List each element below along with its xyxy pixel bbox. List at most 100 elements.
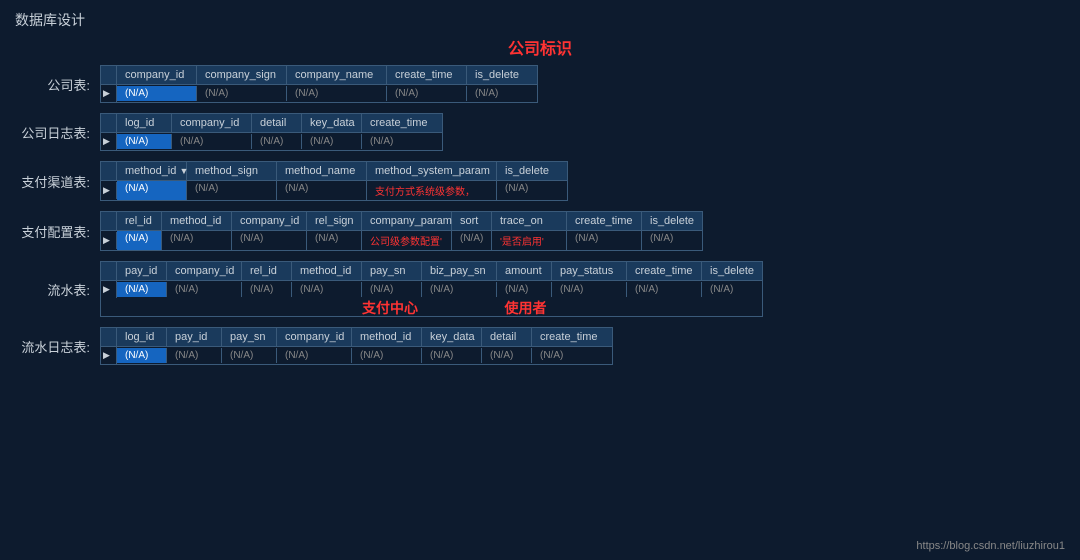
data-cell: (N/A): [362, 134, 442, 149]
column-header: method_sign: [187, 162, 277, 180]
data-cell: (N/A): [642, 231, 702, 250]
db-table: method_id ▼method_signmethod_namemethod_…: [100, 161, 568, 201]
column-header: create_time: [627, 262, 702, 280]
data-cell: (N/A): [482, 348, 532, 363]
db-table: company_idcompany_signcompany_namecreate…: [100, 65, 538, 103]
data-cell: (N/A): [497, 181, 567, 200]
row-arrow: ▶: [101, 347, 117, 364]
data-cell: (N/A): [277, 181, 367, 200]
data-cell: (N/A): [242, 282, 292, 297]
column-header: is_delete: [642, 212, 702, 230]
column-header: pay_id: [167, 328, 222, 346]
column-header: method_name: [277, 162, 367, 180]
db-table: rel_idmethod_idcompany_idrel_signcompany…: [100, 211, 703, 251]
data-cell: (N/A): [352, 348, 422, 363]
row-arrow: ▶: [101, 133, 117, 150]
data-cell: 支付方式系统级参数，: [367, 181, 497, 200]
data-cell: (N/A): [117, 134, 172, 149]
data-cell: (N/A): [552, 282, 627, 297]
data-cell: (N/A): [292, 282, 362, 297]
column-header: pay_sn: [362, 262, 422, 280]
data-cell: (N/A): [452, 231, 492, 250]
column-header: pay_status: [552, 262, 627, 280]
column-header: method_id: [292, 262, 362, 280]
footer-link: https://blog.csdn.net/liuzhirou1: [916, 540, 1065, 552]
column-header: create_time: [567, 212, 642, 230]
table-row-item: 公司日志表:log_idcompany_iddetailkey_datacrea…: [15, 113, 1065, 151]
data-cell: (N/A): [702, 282, 762, 297]
inline-label: 支付中心: [362, 298, 418, 318]
row-arrow: ▶: [101, 232, 117, 249]
column-header: key_data: [422, 328, 482, 346]
column-header: company_param: [362, 212, 452, 230]
data-cell: (N/A): [117, 348, 167, 363]
column-header: method_system_param: [367, 162, 497, 180]
data-cell: (N/A): [162, 231, 232, 250]
data-cell: (N/A): [252, 134, 302, 149]
column-header: company_sign: [197, 66, 287, 84]
column-header: create_time: [362, 114, 442, 132]
data-cell: (N/A): [422, 348, 482, 363]
data-cell: (N/A): [567, 231, 642, 250]
column-header: is_delete: [497, 162, 567, 180]
row-arrow: ▶: [101, 182, 117, 199]
table-row-item: 流水日志表:log_idpay_idpay_sncompany_idmethod…: [15, 327, 1065, 365]
column-header: amount: [497, 262, 552, 280]
table-row-item: 支付渠道表:method_id ▼method_signmethod_namem…: [15, 161, 1065, 201]
column-header: biz_pay_sn: [422, 262, 497, 280]
table-label: 公司日志表:: [15, 123, 100, 142]
row-arrow: ▶: [101, 85, 117, 102]
column-header: log_id: [117, 114, 172, 132]
data-cell: (N/A): [302, 134, 362, 149]
table-row-item: 流水表:pay_idcompany_idrel_idmethod_idpay_s…: [15, 261, 1065, 317]
table-label: 支付配置表:: [15, 222, 100, 241]
data-cell: (N/A): [117, 181, 187, 200]
column-header: create_time: [387, 66, 467, 84]
column-header: method_id ▼: [117, 162, 187, 180]
data-cell: (N/A): [222, 348, 277, 363]
data-cell: (N/A): [287, 86, 387, 101]
column-header: method_id: [352, 328, 422, 346]
data-cell: (N/A): [532, 348, 612, 363]
column-header: is_delete: [467, 66, 537, 84]
table-label: 支付渠道表:: [15, 172, 100, 191]
table-row-item: 支付配置表:rel_idmethod_idcompany_idrel_signc…: [15, 211, 1065, 251]
column-header: company_name: [287, 66, 387, 84]
column-header: method_id: [162, 212, 232, 230]
data-cell: (N/A): [117, 86, 197, 101]
column-header: pay_id: [117, 262, 167, 280]
column-header: key_data: [302, 114, 362, 132]
data-cell: (N/A): [497, 282, 552, 297]
column-header: pay_sn: [222, 328, 277, 346]
inline-label: 使用者: [505, 298, 547, 318]
column-header: company_id: [117, 66, 197, 84]
data-cell: (N/A): [172, 134, 252, 149]
table-label: 流水日志表:: [15, 337, 100, 356]
data-cell: (N/A): [167, 282, 242, 297]
page-title: 数据库设计: [0, 0, 1080, 35]
data-cell: (N/A): [422, 282, 497, 297]
column-header: is_delete: [702, 262, 762, 280]
column-header: rel_id: [242, 262, 292, 280]
table-row-item: 公司表:company_idcompany_signcompany_namecr…: [15, 65, 1065, 103]
data-cell: (N/A): [187, 181, 277, 200]
data-cell: (N/A): [197, 86, 287, 101]
data-cell: (N/A): [627, 282, 702, 297]
data-cell: (N/A): [117, 282, 167, 297]
center-label: 公司标识: [15, 35, 1065, 59]
table-label: 公司表:: [15, 75, 100, 94]
db-table: pay_idcompany_idrel_idmethod_idpay_snbiz…: [100, 261, 763, 317]
column-header: log_id: [117, 328, 167, 346]
data-cell: 公司级参数配置': [362, 231, 452, 250]
column-header: company_id: [172, 114, 252, 132]
column-header: rel_id: [117, 212, 162, 230]
data-cell: (N/A): [467, 86, 537, 101]
column-header: sort: [452, 212, 492, 230]
data-cell: (N/A): [277, 348, 352, 363]
row-arrow: ▶: [101, 281, 117, 298]
column-header: detail: [482, 328, 532, 346]
column-header: trace_on: [492, 212, 567, 230]
data-cell: (N/A): [362, 282, 422, 297]
data-cell: (N/A): [307, 231, 362, 250]
table-label: 流水表:: [15, 280, 100, 299]
